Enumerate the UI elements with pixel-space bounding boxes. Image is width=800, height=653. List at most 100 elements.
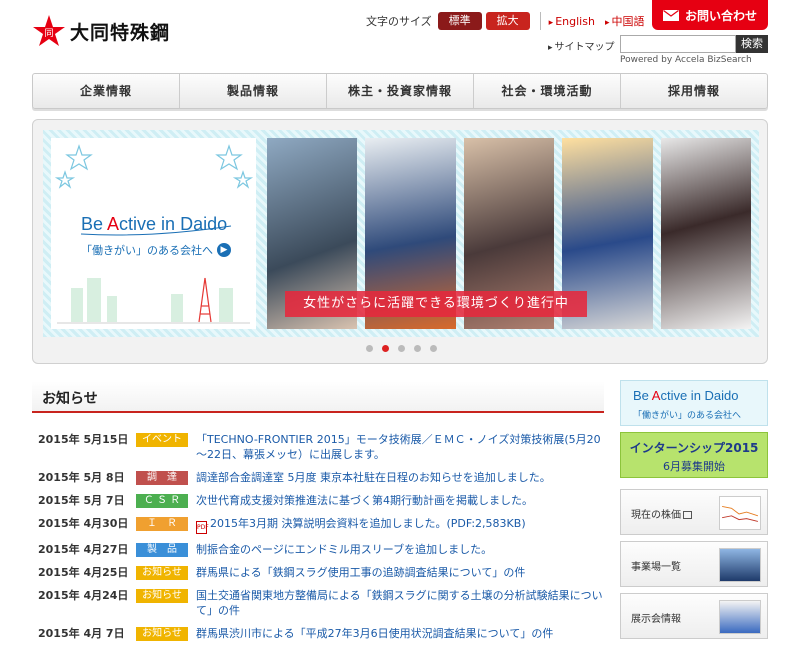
news-category-badge: お知らせ [136,627,188,641]
news-row: 2015年 4月30日 Ｉ Ｒ PDF2015年3月期 決算説明会資料を追加しました… [38,516,608,534]
stock-price-link[interactable]: 現在の株価 [620,489,768,535]
banner-subtitle: 「働きがい」のある会社へ [633,411,742,421]
english-link[interactable]: English [549,15,595,28]
window-icon [683,511,692,519]
offices-label: 事業場一覧 [631,562,681,573]
news-row: 2015年 4月24日 お知らせ 国土交通省関東地方整備局による「鉄鋼スラグに関する… [38,588,608,618]
exhibitions-thumbnail [719,600,761,634]
news-text: 国土交通省関東地方整備局による「鉄鋼スラグに関する土壌の分析試験結果について」の… [196,589,603,617]
offices-link[interactable]: 事業場一覧 [620,541,768,587]
powered-by-text: Powered by Accela BizSearch [620,55,752,65]
news-list: 2015年 5月15日 イベント 「TECHNO-FRONTIER 2015」モータ… [38,432,608,649]
news-link[interactable]: 群馬県渋川市による「平成27年3月6日使用状況調査結果について」の件 [196,626,608,641]
news-date: 2015年 4月 7日 [38,627,125,640]
carousel-dot[interactable] [413,345,421,352]
news-date: 2015年 5月 7日 [38,494,125,507]
news-text: 群馬県による「鉄鋼スラグ使用工事の追跡調査結果について」の件 [196,566,526,579]
carousel-dot[interactable] [429,345,437,352]
global-nav: 企業情報 製品情報 株主・投資家情報 社会・環境活動 採用情報 [32,73,768,109]
news-text: 2015年3月期 決算説明会資料を追加しました。(PDF:2,583KB) [210,517,526,530]
company-name: 大同特殊鋼 [70,21,171,44]
pdf-icon: PDF [196,521,209,534]
photo-woman-document [660,138,752,329]
news-header: お知らせ [32,381,604,413]
stock-price-label: 現在の株価 [631,506,692,521]
news-date: 2015年 5月 8日 [38,471,125,484]
news-row: 2015年 5月 7日 Ｃ Ｓ Ｒ 次世代育成支援対策推進法に基づく第4期行動計画を… [38,493,608,508]
hero-caption: 女性がさらに活躍できる環境づくり進行中 [285,291,587,317]
stock-chart-thumbnail [719,496,761,530]
internship-subtitle: 6月募集開始 [663,460,725,473]
hero-slide[interactable]: Be Active in Daido 「働きがい」のある会社へ ▶ 女性がさらに活… [43,130,759,337]
carousel-dot[interactable] [365,345,373,352]
news-link[interactable]: PDF2015年3月期 決算説明会資料を追加しました。(PDF:2,583KB) [196,516,608,534]
news-text: 群馬県渋川市による「平成27年3月6日使用状況調査結果について」の件 [196,627,554,640]
font-size-switcher: 文字のサイズ 標準 拡大 English 中国語 [366,12,654,30]
news-row: 2015年 4月 7日 お知らせ 群馬県渋川市による「平成27年3月6日使用状況調査… [38,626,608,641]
exhibitions-link[interactable]: 展示会情報 [620,593,768,639]
news-link[interactable]: 「TECHNO-FRONTIER 2015」モータ技術展／ＥＭＣ・ノイズ対策技術… [196,432,608,462]
exhibitions-label: 展示会情報 [631,614,681,625]
offices-thumbnail [719,548,761,582]
be-active-banner[interactable]: Be Active in Daido 「働きがい」のある会社へ [620,380,768,426]
nav-item-recruit[interactable]: 採用情報 [621,74,767,108]
internship-title: インターンシップ2015 [629,441,759,455]
news-category-badge: お知らせ [136,589,188,603]
news-row: 2015年 5月15日 イベント 「TECHNO-FRONTIER 2015」モータ… [38,432,608,462]
contact-button[interactable]: お問い合わせ [652,0,768,30]
carousel-dots [33,345,769,352]
news-text: 調達部合金調達室 5月度 東京本社駐在日程のお知らせを追加しました。 [196,471,551,484]
news-link[interactable]: 次世代育成支援対策推進法に基づく第4期行動計画を掲載しました。 [196,493,608,508]
arrow-right-icon: ▶ [217,243,231,257]
mail-icon [662,9,679,21]
company-logo[interactable]: 同 大同特殊鋼 [32,14,170,48]
news-title: お知らせ [42,391,98,407]
hero-carousel: Be Active in Daido 「働きがい」のある会社へ ▶ 女性がさらに活… [32,119,768,364]
carousel-dot[interactable] [381,345,389,352]
news-text: 「TECHNO-FRONTIER 2015」モータ技術展／ＥＭＣ・ノイズ対策技術… [196,433,601,461]
promo-title: Be Active in Daido [81,214,228,234]
news-date: 2015年 4月24日 [38,589,129,602]
news-link[interactable]: 制振合金のページにエンドミル用スリーブを追加しました。 [196,542,608,557]
nav-item-investors[interactable]: 株主・投資家情報 [327,74,474,108]
news-category-badge: お知らせ [136,566,188,580]
news-text: 制振合金のページにエンドミル用スリーブを追加しました。 [196,543,493,556]
search-input[interactable] [620,35,736,53]
news-category-badge: 調 達 [136,471,188,485]
nav-item-products[interactable]: 製品情報 [180,74,327,108]
divider [539,12,541,30]
news-category-badge: イベント [136,433,188,447]
news-category-badge: Ｃ Ｓ Ｒ [136,494,188,508]
internship-banner[interactable]: インターンシップ2015 6月募集開始 [620,432,768,478]
contact-label: お問い合わせ [684,8,757,23]
news-link[interactable]: 群馬県による「鉄鋼スラグ使用工事の追跡調査結果について」の件 [196,565,608,580]
news-row: 2015年 5月 8日調 達調達部合金調達室 5月度 東京本社駐在日程のお知らせ… [38,470,608,485]
carousel-dot[interactable] [397,345,405,352]
sitemap-link[interactable]: サイトマップ [548,38,615,53]
font-large-button[interactable]: 拡大 [485,12,530,30]
search-form: 検索 [620,35,768,53]
font-standard-button[interactable]: 標準 [437,12,482,30]
news-date: 2015年 4月27日 [38,543,129,556]
news-category-badge: Ｉ Ｒ [136,517,188,531]
be-active-promo: Be Active in Daido 「働きがい」のある会社へ ▶ [51,138,256,329]
news-date: 2015年 4月30日 [38,517,129,530]
nav-item-company[interactable]: 企業情報 [33,74,180,108]
news-row: 2015年 4月25日 お知らせ 群馬県による「鉄鋼スラグ使用工事の追跡調査結果につ… [38,565,608,580]
page: 同 大同特殊鋼 文字のサイズ 標準 拡大 English 中国語 お問い合わせ … [0,0,800,653]
banner-title: Be Active in Daido [633,388,739,403]
news-row: 2015年 4月27日製 品制振合金のページにエンドミル用スリーブを追加しました… [38,542,608,557]
news-link[interactable]: 国土交通省関東地方整備局による「鉄鋼スラグに関する土壌の分析試験結果について」の… [196,588,608,618]
news-category-badge: 製 品 [136,543,188,557]
nav-item-csr[interactable]: 社会・環境活動 [474,74,621,108]
news-date: 2015年 5月15日 [38,433,129,446]
news-text: 次世代育成支援対策推進法に基づく第4期行動計画を掲載しました。 [196,494,533,507]
promo-subtitle[interactable]: 「働きがい」のある会社へ ▶ [81,242,231,258]
chinese-link[interactable]: 中国語 [605,13,644,29]
star-logo-icon: 同 [33,15,65,46]
news-date: 2015年 4月25日 [38,566,129,579]
font-size-label: 文字のサイズ [366,15,432,28]
news-link[interactable]: 調達部合金調達室 5月度 東京本社駐在日程のお知らせを追加しました。 [196,470,608,485]
svg-text:同: 同 [44,28,53,39]
search-button[interactable]: 検索 [736,35,768,53]
